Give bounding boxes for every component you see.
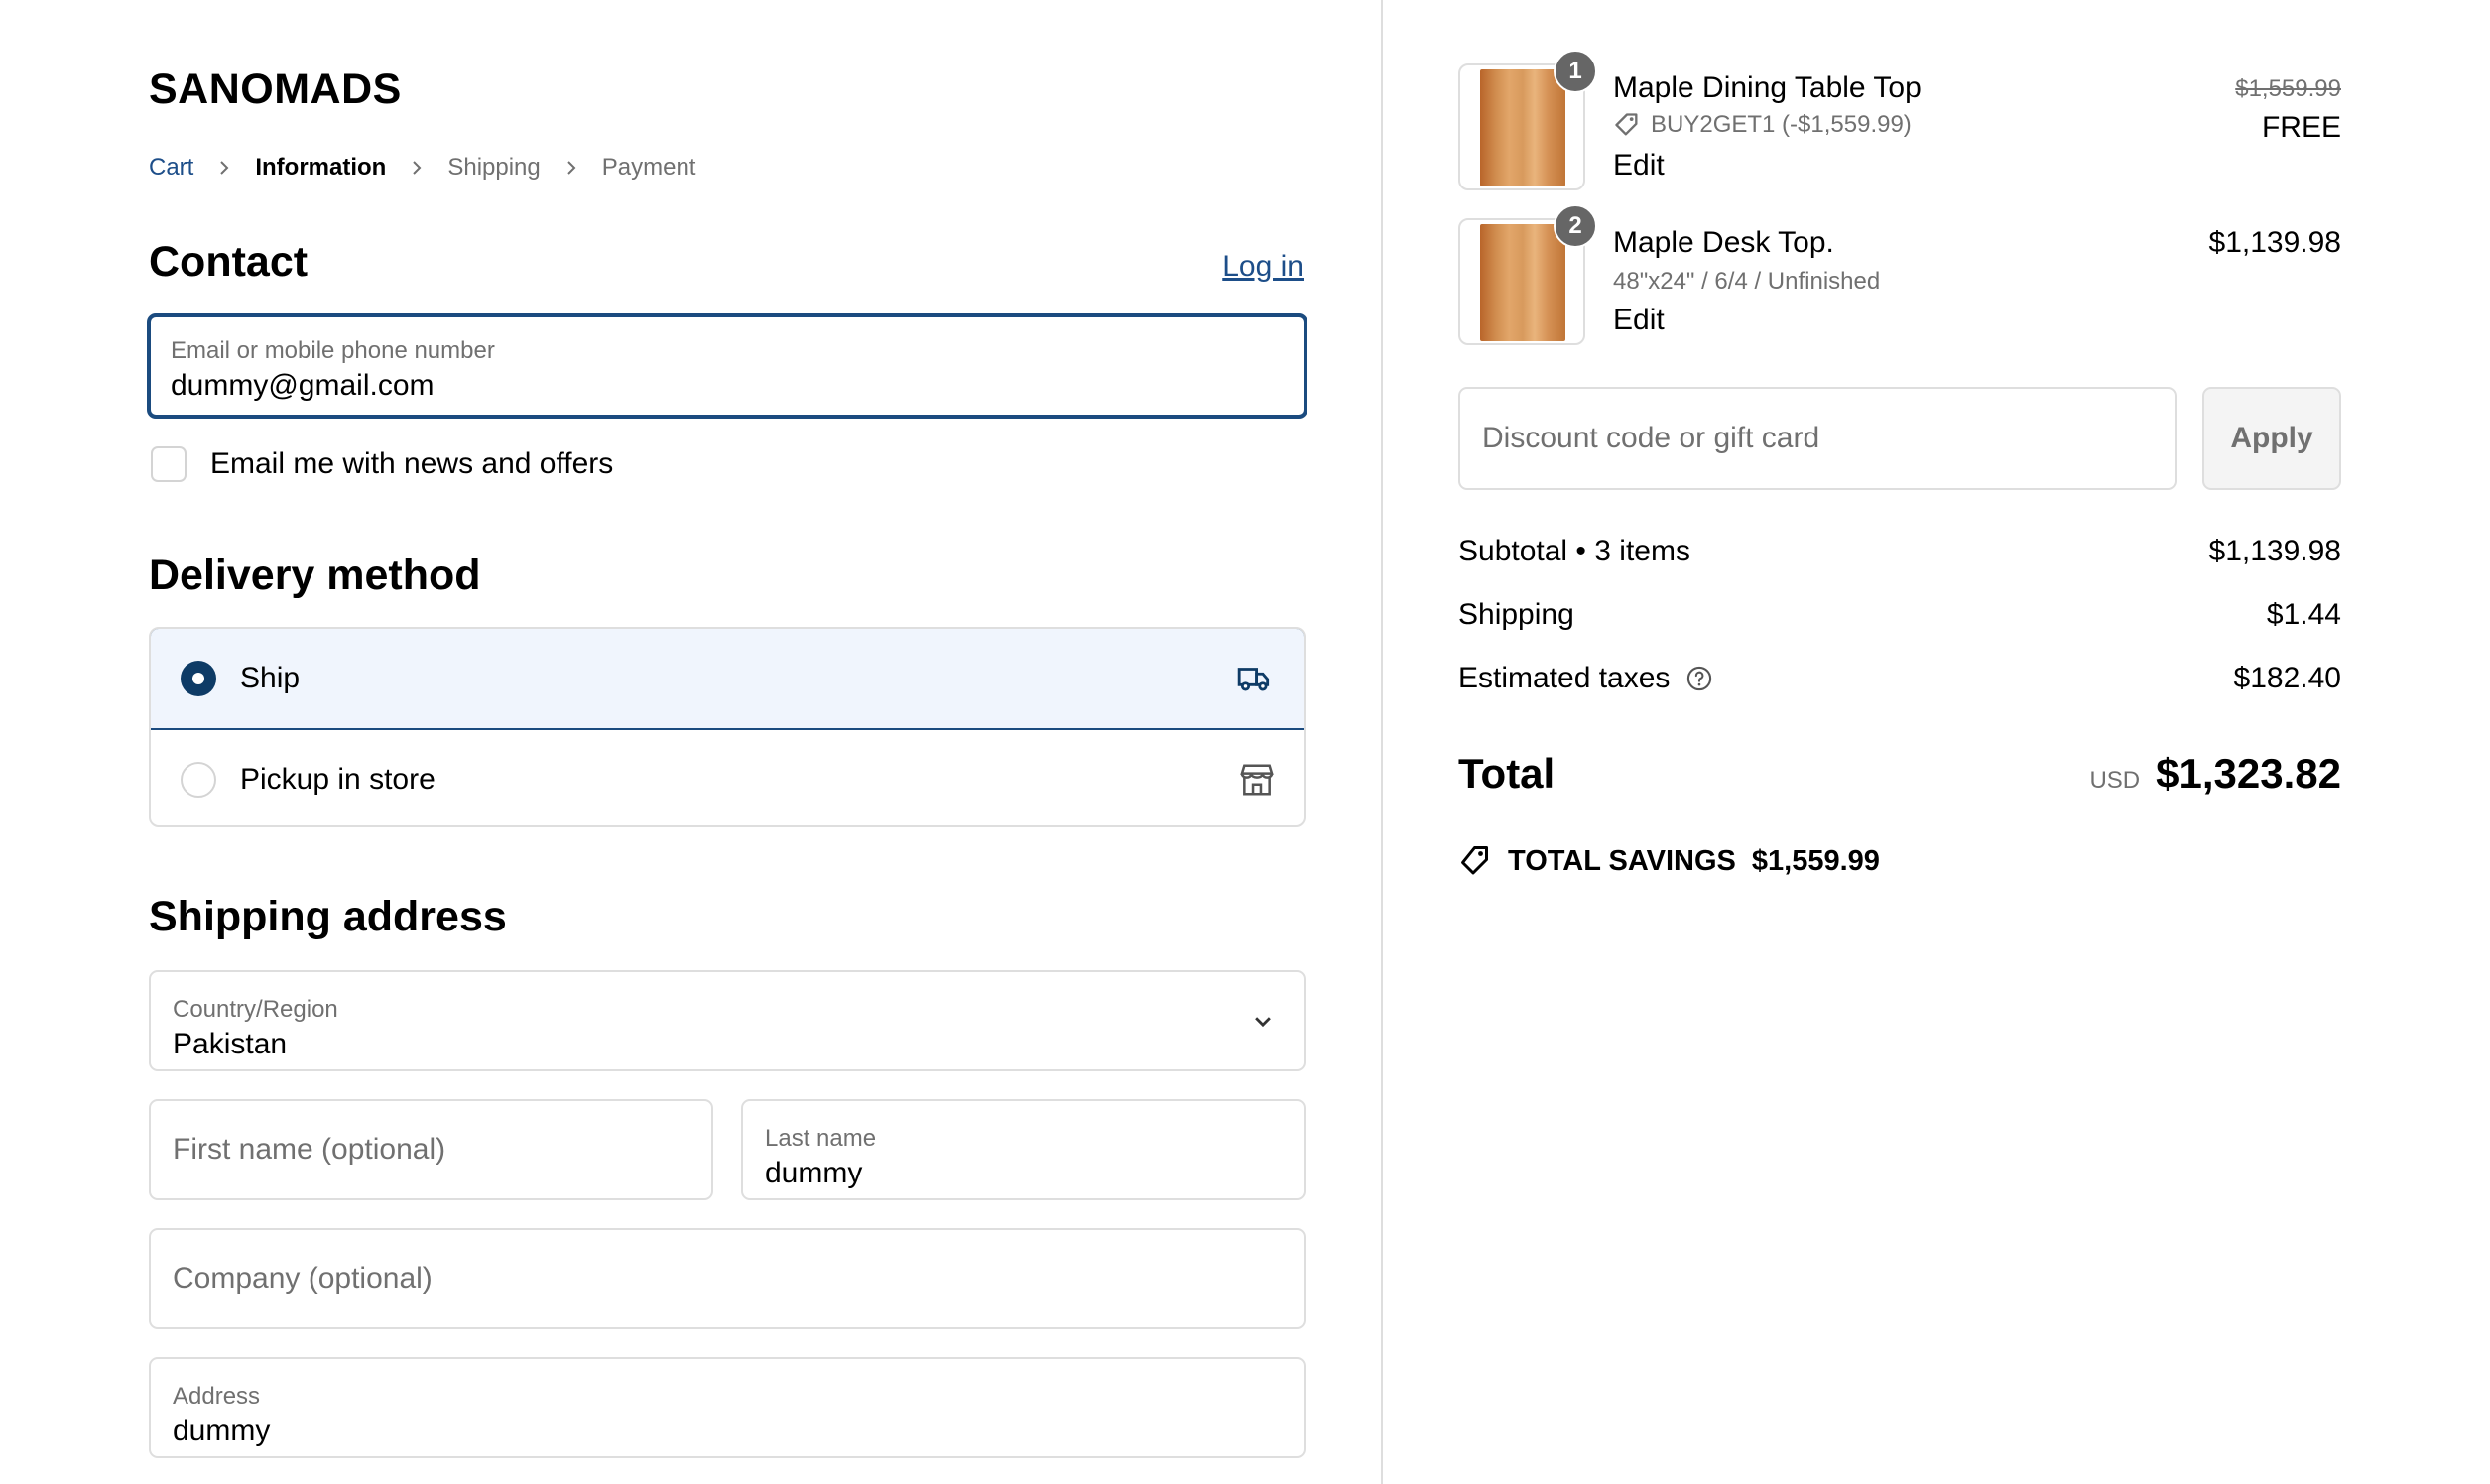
ship-radio[interactable] (181, 661, 216, 696)
pickup-radio[interactable] (181, 762, 216, 798)
subtotal-value: $1,139.98 (2208, 535, 2341, 567)
breadcrumb-payment: Payment (601, 154, 696, 181)
quantity-badge: 2 (1554, 204, 1597, 248)
chevron-right-icon (193, 160, 255, 176)
edit-item-button[interactable]: Edit (1613, 304, 1665, 337)
store-icon (1240, 764, 1274, 796)
delivery-method-group: Ship Pickup in store (149, 627, 1306, 827)
breadcrumb-information: Information (255, 154, 387, 181)
country-value: Pakistan (173, 1028, 288, 1060)
product-name: Maple Desk Top. (1613, 226, 1834, 259)
subtotal-label: Subtotal • 3 items (1458, 535, 1690, 567)
pickup-label: Pickup in store (240, 763, 436, 796)
line-item: 2 Maple Desk Top. 48"x24" / 6/4 / Unfini… (1458, 204, 2341, 347)
shipping-value: $1.44 (2266, 598, 2341, 631)
first-name-placeholder: First name (optional) (173, 1133, 446, 1166)
ship-label: Ship (240, 662, 301, 694)
savings-tag-icon (1461, 846, 1488, 875)
line-item: 1 Maple Dining Table Top BUY2GET1 (-$1,5… (1458, 50, 2341, 192)
product-name: Maple Dining Table Top (1613, 71, 1922, 104)
savings-value: $1,559.99 (1751, 844, 1880, 877)
login-link[interactable]: Log in (1222, 250, 1304, 284)
country-label: Country/Region (173, 996, 338, 1023)
first-name-field[interactable]: First name (optional) (149, 1099, 713, 1200)
email-field-value: dummy@gmail.com (171, 369, 435, 402)
shipping-row: Shipping $1.44 (1458, 595, 2341, 635)
newsletter-option[interactable]: Email me with news and offers (151, 446, 613, 482)
delivery-option-ship[interactable]: Ship (151, 629, 1304, 730)
discount-tag: BUY2GET1 (-$1,559.99) (1613, 111, 1912, 139)
chevron-right-icon (541, 160, 602, 176)
last-name-value: dummy (765, 1157, 863, 1189)
shipping-address-heading: Shipping address (149, 893, 507, 940)
company-placeholder: Company (optional) (173, 1262, 433, 1295)
item-price: $1,139.98 (2208, 226, 2341, 259)
discount-code-field[interactable]: Discount code or gift card (1458, 387, 2177, 490)
chevron-right-icon (386, 160, 447, 176)
total-label: Total (1458, 750, 1556, 797)
breadcrumb-shipping: Shipping (447, 154, 541, 181)
taxes-row: Estimated taxes $182.40 (1458, 659, 2341, 698)
tag-icon (1615, 113, 1638, 136)
total-amount-group: USD $1,323.82 (2089, 746, 2341, 802)
newsletter-checkbox[interactable] (151, 446, 187, 482)
total-row: Total USD $1,323.82 (1458, 746, 2341, 802)
email-field-label: Email or mobile phone number (171, 337, 495, 364)
chevron-down-icon (1255, 1017, 1271, 1028)
edit-item-button[interactable]: Edit (1613, 149, 1665, 183)
order-summary-column: 1 Maple Dining Table Top BUY2GET1 (-$1,5… (1383, 0, 2490, 1484)
newsletter-label: Email me with news and offers (210, 447, 614, 480)
original-price: $1,559.99 (2235, 75, 2341, 102)
apply-discount-button[interactable]: Apply (2202, 387, 2341, 490)
breadcrumb: Cart Information Shipping Payment (149, 153, 695, 183)
store-logo[interactable]: SANOMADS (149, 65, 402, 114)
item-price: FREE (2261, 111, 2341, 144)
contact-heading: Contact (149, 238, 309, 286)
truck-icon (1237, 668, 1270, 691)
subtotal-row: Subtotal • 3 items $1,139.98 (1458, 532, 2341, 571)
company-field[interactable]: Company (optional) (149, 1228, 1306, 1329)
breadcrumb-cart[interactable]: Cart (149, 154, 193, 182)
country-select[interactable]: Country/Region Pakistan (149, 970, 1306, 1071)
help-icon[interactable] (1685, 665, 1713, 692)
taxes-label: Estimated taxes (1458, 662, 1671, 694)
address-value: dummy (173, 1415, 271, 1447)
total-value: $1,323.82 (2156, 750, 2341, 797)
savings-label: TOTAL SAVINGS (1508, 844, 1736, 877)
currency-code: USD (2089, 767, 2141, 794)
last-name-field[interactable]: Last name dummy (741, 1099, 1306, 1200)
total-savings: TOTAL SAVINGS $1,559.99 (1458, 841, 1880, 881)
taxes-label-group: Estimated taxes (1458, 659, 1713, 698)
discount-code-placeholder: Discount code or gift card (1482, 422, 1820, 454)
product-variant: 48"x24" / 6/4 / Unfinished (1613, 268, 1881, 295)
address-label: Address (173, 1383, 261, 1410)
email-field[interactable]: Email or mobile phone number dummy@gmail… (147, 313, 1307, 419)
delivery-option-pickup[interactable]: Pickup in store (151, 730, 1304, 825)
last-name-label: Last name (765, 1125, 877, 1152)
checkout-form-column: SANOMADS Cart Information Shipping Payme… (0, 0, 1381, 1484)
shipping-label: Shipping (1458, 598, 1574, 631)
quantity-badge: 1 (1554, 50, 1597, 93)
address-field[interactable]: Address dummy (149, 1357, 1306, 1458)
taxes-value: $182.40 (2233, 662, 2341, 694)
delivery-heading: Delivery method (149, 552, 481, 599)
discount-tag-label: BUY2GET1 (-$1,559.99) (1651, 111, 1912, 138)
